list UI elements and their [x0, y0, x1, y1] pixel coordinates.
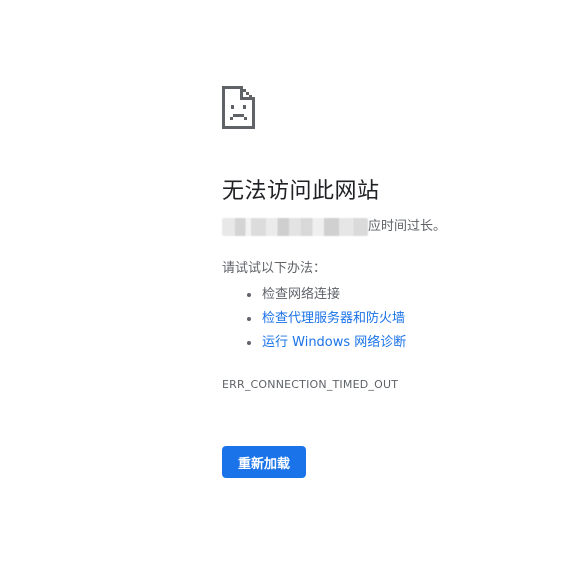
suggestion-run-diagnostics: 运行 Windows 网络诊断 [247, 331, 542, 355]
reload-button[interactable]: 重新加载 [222, 446, 306, 478]
suggestions-list: 检查网络连接 检查代理服务器和防火墙 运行 Windows 网络诊断 [222, 283, 542, 355]
page-title: 无法访问此网站 [222, 179, 380, 204]
error-content: 无法访问此网站 应时间过长。 请试试以下办法： 检查网络连接 检查代理服务器和防… [222, 86, 542, 393]
redacted-host [222, 218, 368, 236]
error-description-text: 应时间过长。 [368, 219, 447, 234]
sad-page-icon [222, 86, 255, 129]
suggestions-heading: 请试试以下办法： [222, 261, 327, 276]
suggestion-label: 检查网络连接 [262, 287, 341, 302]
run-diagnostics-link[interactable]: 运行 Windows 网络诊断 [262, 335, 406, 350]
error-description: 应时间过长。 [222, 217, 542, 237]
suggestion-check-network: 检查网络连接 [247, 283, 542, 307]
suggestion-check-proxy: 检查代理服务器和防火墙 [247, 307, 542, 331]
error-code: ERR_CONNECTION_TIMED_OUT [222, 378, 399, 391]
check-proxy-link[interactable]: 检查代理服务器和防火墙 [262, 311, 405, 326]
